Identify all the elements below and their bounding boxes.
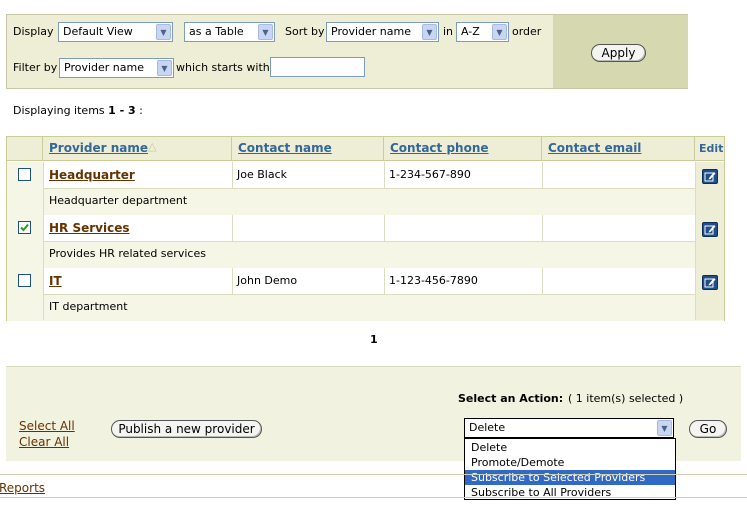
reports-link[interactable]: Reports [0, 481, 45, 495]
provider-description: Provides HR related services [49, 247, 206, 260]
col-divider [232, 268, 233, 294]
col-divider [542, 215, 543, 241]
table-row [7, 268, 724, 294]
order-label: order [512, 25, 542, 38]
edit-icon[interactable] [702, 275, 718, 290]
clear-all-link[interactable]: Clear All [19, 435, 69, 449]
header-checkbox-cell [7, 137, 43, 161]
header-contact-email: Contact email [542, 137, 695, 161]
publish-provider-button[interactable]: Publish a new provider [111, 420, 262, 438]
provider-name-link[interactable]: Headquarter [49, 168, 135, 182]
page-number[interactable]: 1 [370, 333, 378, 346]
row-checkbox[interactable] [18, 168, 31, 181]
checkbox-column [7, 162, 43, 320]
sort-select-value: Provider name [331, 25, 411, 38]
view-select[interactable]: Default View ▼ [58, 22, 173, 42]
table-header: Provider name △ Contact name Contact pho… [7, 137, 724, 161]
select-all-link[interactable]: Select All [19, 419, 75, 433]
provider-name-link[interactable]: IT [49, 274, 62, 288]
chevron-down-icon: ▼ [657, 420, 672, 436]
contact-phone: 1-234-567-890 [389, 168, 471, 181]
view-select-value: Default View [63, 25, 133, 38]
header-contact-name: Contact name [232, 137, 384, 161]
providers-table: Provider name △ Contact name Contact pho… [6, 136, 725, 321]
starts-with-input[interactable] [270, 57, 365, 77]
row-checkbox[interactable] [18, 274, 31, 287]
col-divider [232, 215, 233, 241]
order-select[interactable]: A-Z ▼ [456, 22, 509, 42]
col-divider [232, 162, 233, 188]
go-button[interactable]: Go [689, 420, 727, 438]
col-divider [43, 162, 44, 320]
option-delete[interactable]: Delete [465, 440, 675, 455]
sort-contact-email-link[interactable]: Contact email [548, 141, 641, 155]
provider-description: IT department [49, 300, 128, 313]
row-divider [7, 294, 724, 295]
contact-name: Joe Black [237, 168, 287, 181]
action-select-value: Delete [469, 421, 506, 434]
provider-name-link[interactable]: HR Services [49, 221, 130, 235]
sort-provider-name-link[interactable]: Provider name [49, 141, 148, 155]
chevron-down-icon: ▼ [156, 24, 171, 40]
chevron-down-icon: ▼ [422, 24, 437, 40]
display-count: Displaying items 1 - 3 : [13, 104, 143, 117]
format-select[interactable]: as a Table ▼ [184, 22, 275, 42]
format-select-value: as a Table [189, 25, 244, 38]
order-select-value: A-Z [461, 25, 480, 38]
display-suffix: : [135, 104, 143, 117]
action-select[interactable]: Delete ▼ [464, 418, 674, 438]
sort-label: Sort by [285, 25, 325, 38]
starts-with-label: which starts with [176, 61, 270, 74]
chevron-down-icon: ▼ [258, 24, 273, 40]
checkmark-icon [20, 223, 29, 232]
sort-contact-phone-link[interactable]: Contact phone [390, 141, 489, 155]
provider-description: Headquarter department [49, 194, 188, 207]
display-label: Display [13, 25, 54, 38]
chevron-down-icon: ▼ [492, 24, 507, 40]
action-options-list: Delete Promote/Demote Subscribe to Selec… [464, 438, 676, 500]
col-divider [384, 215, 385, 241]
footer-divider [0, 497, 747, 498]
option-subscribe-selected[interactable]: Subscribe to Selected Providers [465, 470, 675, 485]
header-provider-name: Provider name △ [43, 137, 232, 161]
option-promote-demote[interactable]: Promote/Demote [465, 455, 675, 470]
sort-select[interactable]: Provider name ▼ [326, 22, 439, 42]
edit-icon[interactable] [702, 169, 718, 184]
col-divider [384, 268, 385, 294]
header-contact-phone: Contact phone [384, 137, 542, 161]
sort-contact-name-link[interactable]: Contact name [238, 141, 332, 155]
header-edit: Edit [695, 137, 724, 161]
filter-field-value: Provider name [64, 61, 144, 74]
footer-divider [0, 474, 747, 475]
col-divider [384, 162, 385, 188]
edit-column [695, 162, 724, 320]
filter-label: Filter by [13, 61, 58, 74]
apply-button[interactable]: Apply [591, 44, 646, 62]
edit-icon[interactable] [702, 222, 718, 237]
display-prefix: Displaying items [13, 104, 109, 117]
row-checkbox-checked[interactable] [18, 221, 31, 234]
col-divider [542, 268, 543, 294]
filter-field-select[interactable]: Provider name ▼ [59, 58, 174, 78]
row-divider [7, 188, 724, 189]
chevron-down-icon: ▼ [157, 60, 172, 76]
row-divider [7, 241, 724, 242]
col-divider [542, 162, 543, 188]
sort-ascending-icon: △ [148, 140, 157, 153]
select-action-label: Select an Action: [458, 392, 564, 405]
contact-name: John Demo [237, 274, 298, 287]
display-range: 1 - 3 [108, 104, 136, 117]
selected-count: ( 1 item(s) selected ) [568, 392, 684, 405]
contact-phone: 1-123-456-7890 [389, 274, 478, 287]
edit-column-label: Edit [699, 142, 724, 155]
in-label: in [443, 25, 454, 38]
